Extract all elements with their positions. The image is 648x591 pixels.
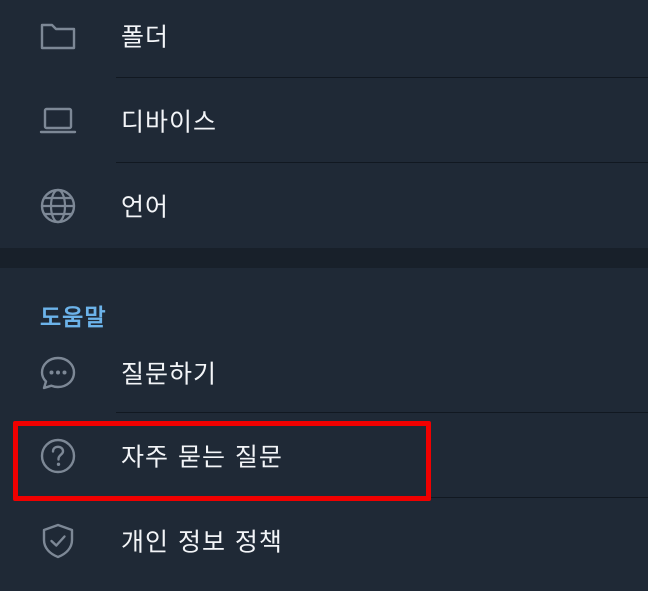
settings-item-label: 디바이스 bbox=[121, 106, 218, 136]
section-separator bbox=[0, 248, 648, 268]
settings-item-label: 폴더 bbox=[121, 21, 170, 51]
question-circle-icon bbox=[38, 436, 78, 476]
general-settings-section: 폴더 디바이스 언어 bbox=[0, 0, 648, 248]
chat-bubble-icon bbox=[38, 353, 78, 393]
help-item-faq[interactable]: 자주 묻는 질문 bbox=[0, 413, 648, 498]
settings-item-language[interactable]: 언어 bbox=[0, 163, 648, 248]
folder-icon bbox=[38, 16, 78, 56]
settings-item-label: 개인 정보 정책 bbox=[121, 526, 283, 556]
settings-screen: 폴더 디바이스 언어 도움말 질문하기 자주 묻는 질문 개인 정보 정책 bbox=[0, 0, 648, 591]
settings-item-label: 질문하기 bbox=[121, 359, 218, 389]
section-title: 도움말 bbox=[40, 305, 107, 331]
laptop-icon bbox=[38, 101, 78, 141]
help-item-ask-question[interactable]: 질문하기 bbox=[0, 333, 648, 413]
settings-item-label: 자주 묻는 질문 bbox=[121, 441, 283, 471]
help-section: 도움말 질문하기 자주 묻는 질문 개인 정보 정책 bbox=[0, 268, 648, 583]
shield-check-icon bbox=[38, 521, 78, 561]
settings-item-label: 언어 bbox=[121, 191, 170, 221]
settings-item-folders[interactable]: 폴더 bbox=[0, 0, 648, 78]
settings-item-devices[interactable]: 디바이스 bbox=[0, 78, 648, 163]
section-header: 도움말 bbox=[0, 268, 648, 340]
help-item-privacy-policy[interactable]: 개인 정보 정책 bbox=[0, 498, 648, 583]
globe-icon bbox=[38, 186, 78, 226]
